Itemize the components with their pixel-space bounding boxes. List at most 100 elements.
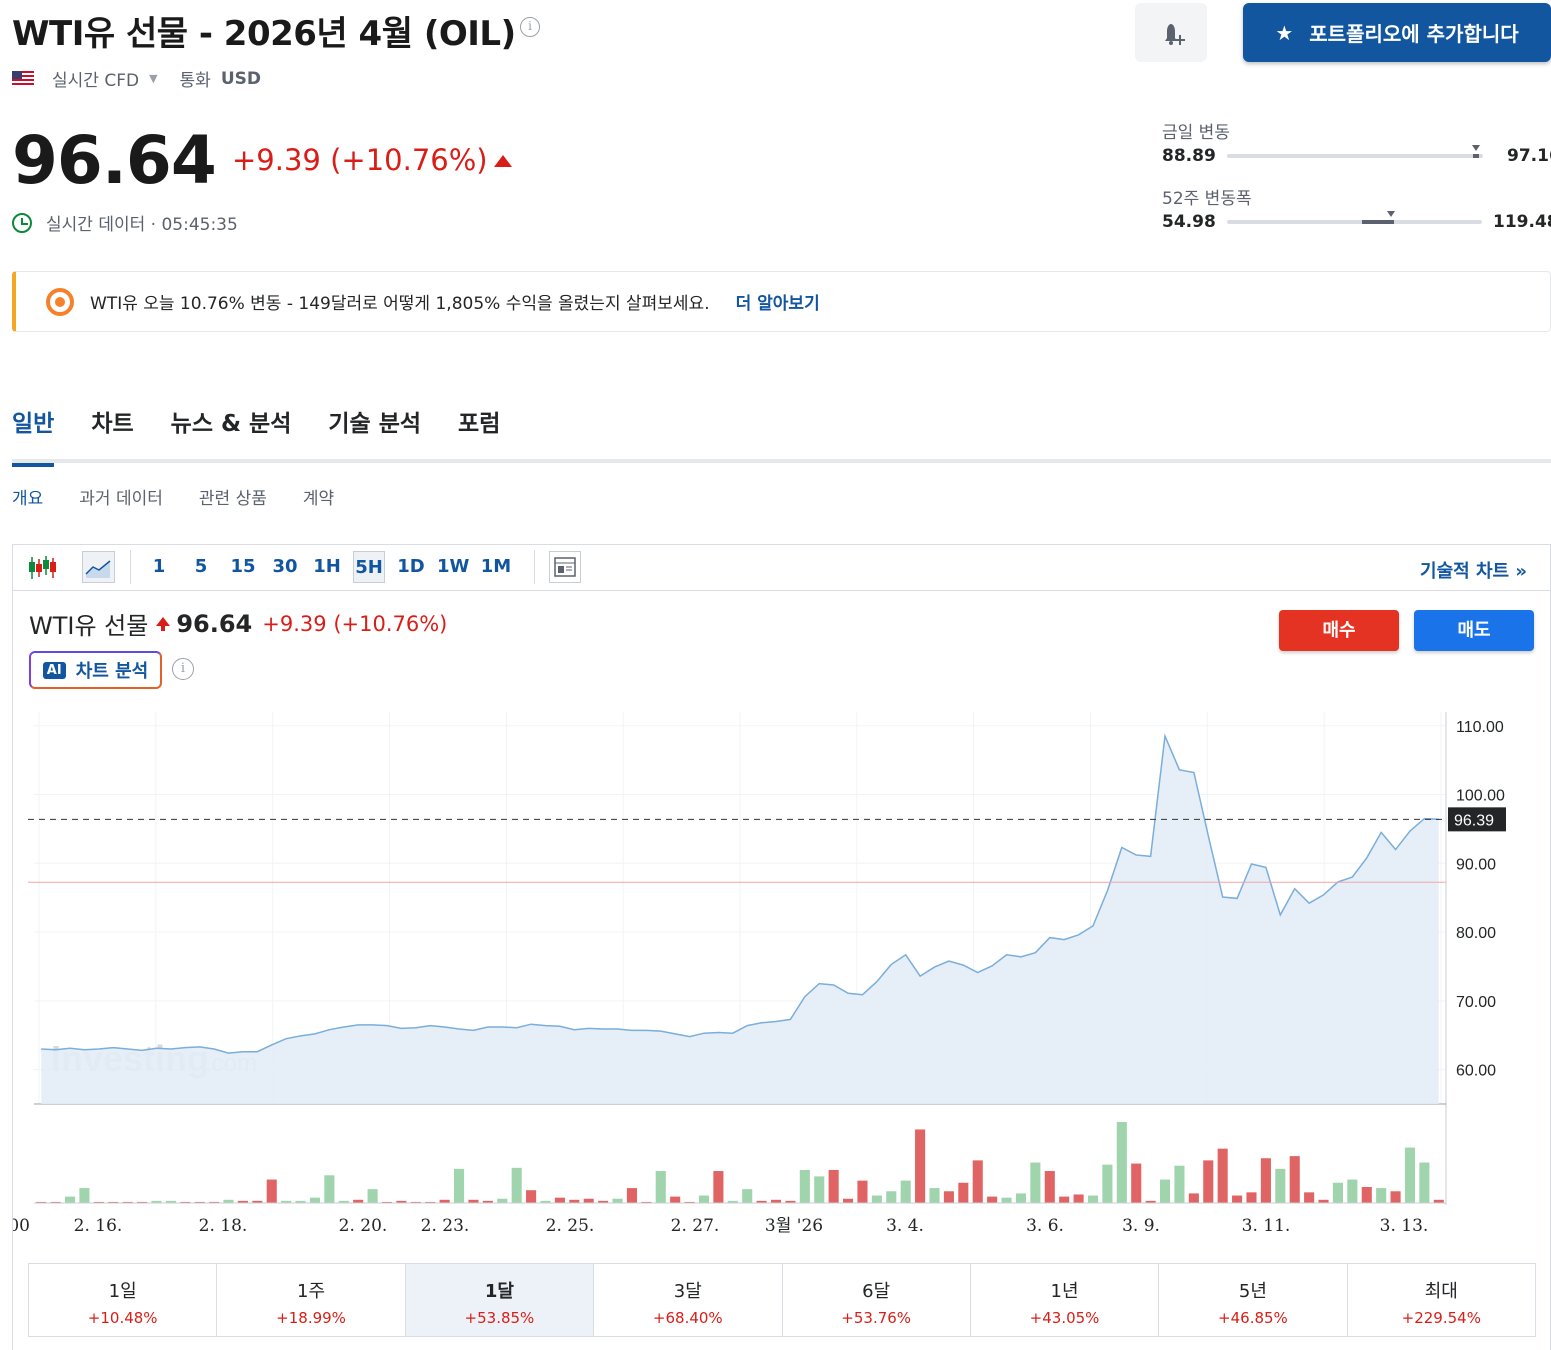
- buy-button[interactable]: 매수: [1279, 610, 1399, 651]
- y-tick-label: 90.00: [1456, 856, 1496, 873]
- volume-bar: [1059, 1196, 1070, 1203]
- interval-1m[interactable]: 1M: [480, 551, 512, 583]
- arrow-up-icon: [156, 617, 171, 631]
- sub-tabs: 개요 과거 데이터 관련 상품 계약: [12, 484, 334, 509]
- chart-change-pct: (+10.76%): [333, 611, 448, 636]
- candlestick-icon[interactable]: [28, 555, 56, 581]
- volume-bar: [655, 1171, 666, 1203]
- period-5[interactable]: 1년 +43.05%: [971, 1264, 1160, 1336]
- subtab-overview[interactable]: 개요: [12, 484, 43, 509]
- price-chart[interactable]: 110.00100.0090.0080.0070.0060.00Investin…: [13, 700, 1543, 1240]
- volume-bar: [1087, 1195, 1099, 1203]
- tab-technical[interactable]: 기술 분석: [328, 404, 421, 467]
- interval-1w[interactable]: 1W: [437, 551, 469, 583]
- x-tick-label: 3월 '26: [765, 1216, 823, 1236]
- volume-bar: [1361, 1187, 1372, 1203]
- volume-bar: [943, 1191, 954, 1203]
- volume-bar: [1159, 1179, 1171, 1203]
- x-tick-label: 2. 25.: [546, 1216, 595, 1236]
- add-to-portfolio-button[interactable]: ★ 포트폴리오에 추가합니다: [1243, 3, 1551, 62]
- arrow-up-icon: [494, 155, 512, 167]
- interval-1d[interactable]: 1D: [397, 551, 425, 583]
- volume-bar: [1001, 1197, 1012, 1203]
- x-tick-label: 2. 16.: [74, 1216, 123, 1236]
- interval-15[interactable]: 15: [230, 551, 256, 583]
- sell-button[interactable]: 매도: [1414, 610, 1534, 651]
- volume-bar: [1116, 1122, 1127, 1203]
- volume-bar: [828, 1169, 839, 1203]
- volume-bar: [1203, 1160, 1214, 1203]
- period-6[interactable]: 5년 +46.85%: [1159, 1264, 1348, 1336]
- day-range-bar: [1227, 145, 1483, 158]
- volume-bar: [324, 1175, 335, 1203]
- period-change: +43.05%: [1029, 1309, 1100, 1327]
- period-1[interactable]: 1주 +18.99%: [217, 1264, 406, 1336]
- period-0[interactable]: 1일 +10.48%: [29, 1264, 218, 1336]
- x-tick-label: 2. 18.: [199, 1216, 248, 1236]
- week52-range-high: 119.48: [1493, 212, 1551, 232]
- volume-bar: [612, 1198, 623, 1203]
- interval-5[interactable]: 5: [191, 551, 211, 583]
- interval-1h[interactable]: 1H: [313, 551, 341, 583]
- area-chart-button[interactable]: [82, 551, 115, 583]
- subtab-related[interactable]: 관련 상품: [199, 484, 267, 509]
- tab-chart[interactable]: 차트: [91, 404, 133, 467]
- period-2[interactable]: 1달 +53.85%: [405, 1264, 595, 1336]
- volume-bar: [1304, 1192, 1315, 1203]
- interval-30[interactable]: 30: [272, 551, 298, 583]
- add-alert-button[interactable]: [1135, 3, 1207, 62]
- current-price-label: 96.39: [1454, 812, 1494, 829]
- x-tick-label: 3. 4.: [886, 1216, 924, 1236]
- chart-instrument-name: WTI유 선물: [29, 612, 149, 640]
- subtab-historical-data[interactable]: 과거 데이터: [79, 484, 163, 509]
- layout-button[interactable]: [549, 551, 581, 583]
- x-tick-label: 3. 13.: [1380, 1216, 1429, 1236]
- volume-bar: [1102, 1164, 1113, 1203]
- learn-more-link[interactable]: 더 알아보기: [736, 289, 820, 314]
- info-icon[interactable]: i: [172, 658, 194, 680]
- week52-range-marker: [1387, 211, 1395, 217]
- chevron-down-icon[interactable]: ▼: [149, 72, 157, 85]
- subtab-contracts[interactable]: 계약: [303, 484, 334, 509]
- ai-chart-analysis-button[interactable]: AI 차트 분석: [29, 651, 162, 689]
- y-tick-label: 110.00: [1456, 719, 1504, 736]
- toolbar-separator: [534, 550, 535, 584]
- volume-bar: [64, 1196, 76, 1203]
- tab-forum[interactable]: 포럼: [458, 404, 500, 467]
- volume-bar: [900, 1180, 911, 1203]
- clock-icon: [12, 212, 32, 233]
- tab-news[interactable]: 뉴스 & 분석: [171, 404, 292, 467]
- x-tick-label: 3. 11.: [1242, 1216, 1291, 1236]
- day-range-title: 금일 변동: [1162, 123, 1230, 143]
- info-icon[interactable]: i: [520, 17, 540, 37]
- period-change: +53.85%: [464, 1309, 535, 1327]
- volume-bar: [79, 1188, 90, 1203]
- main-tabs: 일반 차트 뉴스 & 분석 기술 분석 포럼: [12, 404, 500, 467]
- chart-toolbar: 1 5 15 30 1H 5H 1D 1W 1M 기술적 차트 »: [12, 544, 1551, 591]
- volume-bar: [1131, 1163, 1142, 1203]
- toolbar-separator: [130, 550, 131, 584]
- period-4[interactable]: 6달 +53.76%: [783, 1264, 971, 1336]
- technical-chart-link[interactable]: 기술적 차트 »: [1420, 557, 1527, 583]
- performance-periods: 1일 +10.48% 1주 +18.99% 1달 +53.85% 3달 +68.40% 6달 +5…: [28, 1263, 1536, 1337]
- period-label: 1일: [108, 1281, 137, 1302]
- y-tick-label: 80.00: [1456, 925, 1496, 942]
- currency-value: USD: [220, 68, 261, 89]
- volume-bar: [1030, 1162, 1041, 1203]
- volume-bar: [1289, 1156, 1300, 1203]
- volume-bar: [1376, 1188, 1387, 1203]
- promo-text: WTI유 오늘 10.76% 변동 - 149달러로 어떻게 1,805% 수익…: [90, 294, 710, 314]
- period-3[interactable]: 3달 +68.40%: [594, 1264, 783, 1336]
- interval-1[interactable]: 1: [149, 551, 169, 583]
- tab-general[interactable]: 일반: [12, 404, 55, 467]
- market-type[interactable]: 실시간 CFD: [52, 66, 139, 91]
- currency-label: 통화: [179, 71, 211, 91]
- volume-bar: [1419, 1162, 1430, 1203]
- period-label: 3달: [673, 1281, 702, 1302]
- volume-bar: [1260, 1158, 1271, 1203]
- period-7[interactable]: 최대 +229.54%: [1348, 1264, 1535, 1336]
- x-tick-label: 3. 9.: [1122, 1216, 1160, 1236]
- week52-range-low: 54.98: [1162, 212, 1216, 232]
- week52-range-title: 52주 변동폭: [1162, 189, 1252, 209]
- interval-5h[interactable]: 5H: [353, 551, 385, 583]
